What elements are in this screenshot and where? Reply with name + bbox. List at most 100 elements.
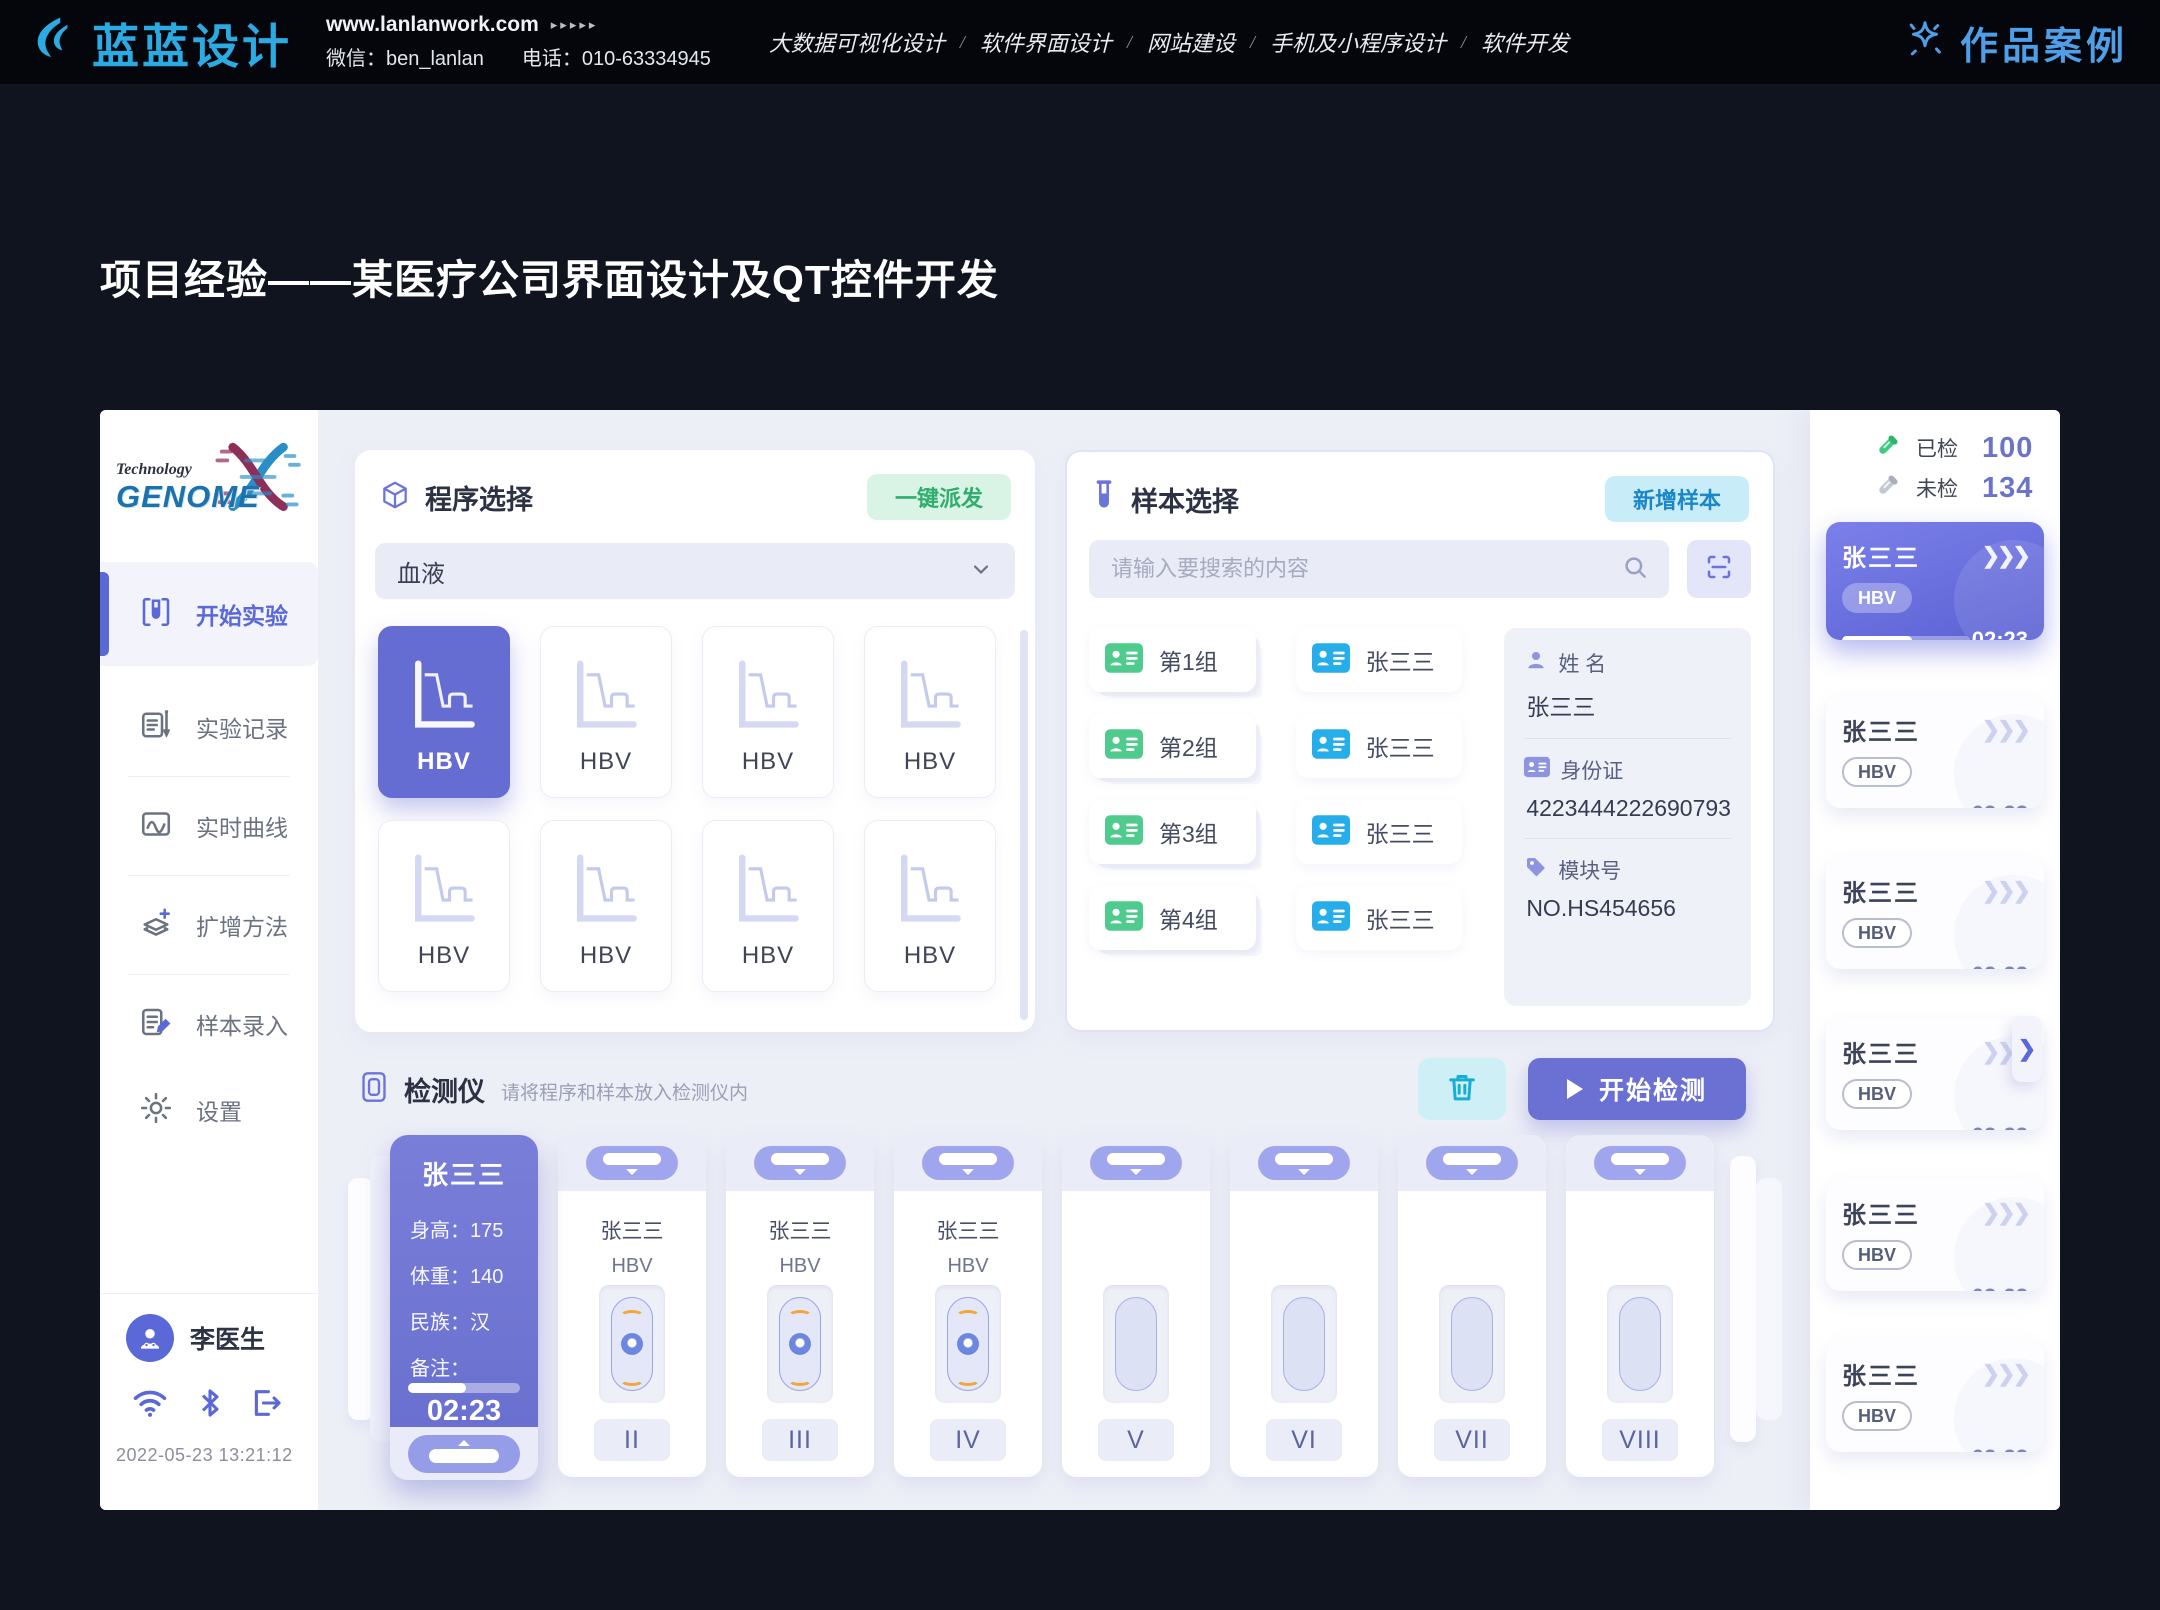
- bluetooth-icon[interactable]: [198, 1386, 222, 1425]
- top-nav-item[interactable]: 大数据可视化设计: [769, 26, 945, 58]
- sample-type-dropdown[interactable]: 血液: [375, 543, 1015, 599]
- top-nav-item[interactable]: 软件开发: [1481, 26, 1569, 58]
- triple-chevron-icon: ❯❯❯: [1982, 1361, 2028, 1387]
- top-nav-item[interactable]: 软件界面设计: [980, 26, 1112, 58]
- member-item[interactable]: 张三三: [1296, 800, 1463, 864]
- slot-handle[interactable]: [1258, 1146, 1350, 1180]
- program-card[interactable]: HBV: [864, 626, 996, 798]
- sample-entry-icon: [138, 1004, 174, 1045]
- slot-header: [1398, 1135, 1546, 1191]
- slot-handle[interactable]: [1426, 1146, 1518, 1180]
- logout-icon[interactable]: [250, 1387, 284, 1424]
- curve-chart-icon: [398, 649, 490, 746]
- program-card[interactable]: HBV: [378, 626, 510, 798]
- triple-chevron-icon: ❯❯❯: [1982, 543, 2028, 569]
- detector-slot-VI[interactable]: VI: [1230, 1135, 1378, 1477]
- triple-chevron-icon: ❯❯❯: [1982, 1200, 2028, 1226]
- scan-frame-icon: [1704, 552, 1734, 587]
- sidebar-item-label: 扩增方法: [196, 908, 288, 942]
- cartridge: [1283, 1297, 1325, 1391]
- id-card-icon: [1524, 756, 1550, 784]
- one-key-dispatch-button[interactable]: 一键派发: [867, 474, 1011, 520]
- slot-handle[interactable]: [754, 1146, 846, 1180]
- detector-slot-II[interactable]: 张三三 HBV II: [558, 1135, 706, 1477]
- search-icon[interactable]: [1621, 553, 1649, 586]
- detector-slot-IV[interactable]: 张三三 HBV IV: [894, 1135, 1042, 1477]
- program-card[interactable]: HBV: [702, 626, 834, 798]
- search-input[interactable]: [1109, 555, 1621, 583]
- group-item[interactable]: 第2组: [1089, 714, 1256, 778]
- program-card[interactable]: HBV: [864, 820, 996, 992]
- detail-id-label: 身份证: [1560, 755, 1623, 785]
- portfolio[interactable]: 作品案例: [1902, 15, 2128, 70]
- cartridge-mark: [956, 1310, 980, 1322]
- program-card[interactable]: HBV: [540, 626, 672, 798]
- monitor-icon: [358, 1070, 390, 1109]
- program-scrollbar[interactable]: [1020, 630, 1028, 1020]
- site-url[interactable]: www.lanlanwork.com: [326, 13, 539, 37]
- id-card-green-icon: [1105, 643, 1143, 678]
- sidebar-item-start-experiment[interactable]: 开始实验: [100, 562, 318, 666]
- scan-button[interactable]: [1687, 540, 1751, 598]
- wifi-icon[interactable]: [130, 1387, 170, 1424]
- program-card[interactable]: HBV: [540, 820, 672, 992]
- member-item[interactable]: 张三三: [1296, 628, 1463, 692]
- detector-slot-VIII[interactable]: VIII: [1566, 1135, 1714, 1477]
- slot-number-label: IV: [930, 1419, 1006, 1461]
- add-sample-button[interactable]: 新增样本: [1605, 476, 1749, 522]
- cartridge-mark: [620, 1374, 644, 1386]
- sample-type-value: 血液: [397, 554, 445, 589]
- sidebar-item-realtime-curve[interactable]: 实时曲线: [100, 783, 318, 869]
- panel-collapse-tab[interactable]: ❯: [2012, 1016, 2042, 1082]
- program-card[interactable]: HBV: [702, 820, 834, 992]
- status-card[interactable]: 张三三 ❯❯❯ HBV 02:23: [1826, 1179, 2044, 1291]
- slot-handle[interactable]: [922, 1146, 1014, 1180]
- group-item[interactable]: 第1组: [1089, 628, 1256, 692]
- detector-slot-III[interactable]: 张三三 HBV III: [726, 1135, 874, 1477]
- detector-slot-V[interactable]: V: [1062, 1135, 1210, 1477]
- slot-handle[interactable]: [1594, 1146, 1686, 1180]
- slot-handle[interactable]: [586, 1146, 678, 1180]
- status-time: 02:23: [1972, 1123, 2028, 1130]
- main-content: 程序选择 一键派发 血液 HBV HBV HBV HBV: [318, 410, 1810, 1510]
- status-card-tag: HBV: [1842, 583, 1912, 613]
- datetime-stamp: 2022-05-23 13:21:12: [116, 1445, 318, 1466]
- sidebar-item-experiment-record[interactable]: 实验记录: [100, 684, 318, 770]
- group-item[interactable]: 第3组: [1089, 800, 1256, 864]
- doctor-avatar[interactable]: [126, 1314, 174, 1362]
- curve-chart-icon: [884, 649, 976, 746]
- slot-handle[interactable]: [1090, 1146, 1182, 1180]
- slot-header: [726, 1135, 874, 1191]
- status-card[interactable]: 张三三 ❯❯❯ HBV 02:23: [1826, 857, 2044, 969]
- menu-divider: [128, 974, 290, 975]
- status-card[interactable]: 张三三 ❯❯❯ HBV 02:23: [1826, 1340, 2044, 1452]
- sidebar-item-sample-entry[interactable]: 样本录入: [100, 981, 318, 1067]
- cartridge-well: [599, 1285, 665, 1403]
- program-card[interactable]: HBV: [378, 820, 510, 992]
- top-nav-item[interactable]: 手机及小程序设计: [1270, 26, 1446, 58]
- slot-number-label: VI: [1266, 1419, 1342, 1461]
- program-card-label: HBV: [742, 748, 794, 776]
- brand-logo-icon: [26, 13, 80, 72]
- status-card[interactable]: 张三三 ❯❯❯ HBV 02:23: [1826, 522, 2044, 640]
- expanded-detector-card[interactable]: 张三三 身高：175体重：140民族：汉备注： 02:23: [390, 1135, 538, 1480]
- sidebar-item-amplify-method[interactable]: 扩增方法: [100, 882, 318, 968]
- start-detection-button[interactable]: 开始检测: [1528, 1058, 1746, 1120]
- group-item[interactable]: 第4组: [1089, 886, 1256, 950]
- clear-detector-button[interactable]: [1418, 1058, 1506, 1120]
- sidebar-item-settings[interactable]: 设置: [100, 1067, 318, 1153]
- status-card[interactable]: 张三三 ❯❯❯ HBV 02:23: [1826, 696, 2044, 808]
- cartridge: [611, 1297, 653, 1391]
- slot-program-tag: HBV: [726, 1255, 874, 1278]
- program-card-label: HBV: [418, 942, 470, 970]
- stacked-card-edge: [1756, 1178, 1782, 1420]
- amplify-method-icon: [138, 905, 174, 946]
- user-name: 李医生: [190, 1320, 265, 1356]
- slot-number-label: VII: [1434, 1419, 1510, 1461]
- detector-slot-VII[interactable]: VII: [1398, 1135, 1546, 1477]
- top-nav-item[interactable]: 网站建设: [1147, 26, 1235, 58]
- cartridge: [1619, 1297, 1661, 1391]
- collapse-handle[interactable]: [408, 1435, 520, 1473]
- member-item[interactable]: 张三三: [1296, 714, 1463, 778]
- member-item[interactable]: 张三三: [1296, 886, 1463, 950]
